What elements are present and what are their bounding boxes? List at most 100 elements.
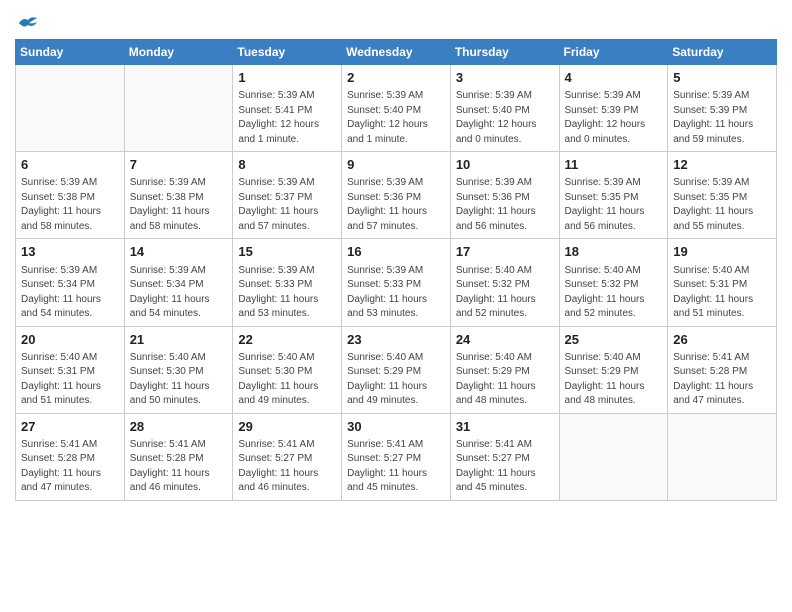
day-number: 31 <box>456 418 554 436</box>
calendar-cell: 1Sunrise: 5:39 AM Sunset: 5:41 PM Daylig… <box>233 65 342 152</box>
calendar-cell: 14 Sunrise: 5:39 AM Sunset: 5:34 PM Dayli… <box>124 239 233 326</box>
day-info: Sunrise: 5:41 AM Sunset: 5:28 PM Dayligh… <box>130 438 228 496</box>
calendar-cell: 4Sunrise: 5:39 AM Sunset: 5:39 PM Daylig… <box>559 65 668 152</box>
calendar-cell: 8Sunrise: 5:39 AM Sunset: 5:37 PM Daylig… <box>233 152 342 239</box>
day-number: 8 <box>238 156 336 174</box>
day-number: 10 <box>456 156 554 174</box>
logo-bird-icon <box>17 15 39 31</box>
day-info: Sunrise: 5:39 AM Sunset: 5:39 PM Dayligh… <box>673 89 771 147</box>
calendar-cell: 11 Sunrise: 5:39 AM Sunset: 5:35 PM Dayli… <box>559 152 668 239</box>
day-info: Sunrise: 5:40 AM Sunset: 5:29 PM Dayligh… <box>347 351 445 409</box>
day-info: Sunrise: 5:41 AM Sunset: 5:27 PM Dayligh… <box>456 438 554 496</box>
calendar-header-row: SundayMondayTuesdayWednesdayThursdayFrid… <box>16 40 777 65</box>
day-number: 17 <box>456 243 554 261</box>
day-number: 13 <box>21 243 119 261</box>
day-info: Sunrise: 5:41 AM Sunset: 5:28 PM Dayligh… <box>673 351 771 409</box>
calendar-cell: 12 Sunrise: 5:39 AM Sunset: 5:35 PM Dayli… <box>668 152 777 239</box>
day-number: 30 <box>347 418 445 436</box>
day-number: 25 <box>565 331 663 349</box>
day-info: Sunrise: 5:39 AM Sunset: 5:36 PM Dayligh… <box>456 176 554 234</box>
day-info: Sunrise: 5:41 AM Sunset: 5:28 PM Dayligh… <box>21 438 119 496</box>
day-info: Sunrise: 5:40 AM Sunset: 5:29 PM Dayligh… <box>456 351 554 409</box>
column-header-friday: Friday <box>559 40 668 65</box>
day-info: Sunrise: 5:40 AM Sunset: 5:32 PM Dayligh… <box>565 264 663 322</box>
column-header-sunday: Sunday <box>16 40 125 65</box>
day-info: Sunrise: 5:41 AM Sunset: 5:27 PM Dayligh… <box>238 438 336 496</box>
column-header-monday: Monday <box>124 40 233 65</box>
calendar-table: SundayMondayTuesdayWednesdayThursdayFrid… <box>15 39 777 501</box>
day-info: Sunrise: 5:39 AM Sunset: 5:41 PM Dayligh… <box>238 89 336 147</box>
day-info: Sunrise: 5:39 AM Sunset: 5:38 PM Dayligh… <box>130 176 228 234</box>
logo <box>15 15 39 31</box>
day-number: 21 <box>130 331 228 349</box>
calendar-cell: 16 Sunrise: 5:39 AM Sunset: 5:33 PM Dayli… <box>342 239 451 326</box>
day-number: 2 <box>347 69 445 87</box>
calendar-cell: 31 Sunrise: 5:41 AM Sunset: 5:27 PM Dayli… <box>450 413 559 500</box>
day-info: Sunrise: 5:39 AM Sunset: 5:35 PM Dayligh… <box>565 176 663 234</box>
day-info: Sunrise: 5:40 AM Sunset: 5:29 PM Dayligh… <box>565 351 663 409</box>
calendar-cell: 18 Sunrise: 5:40 AM Sunset: 5:32 PM Dayli… <box>559 239 668 326</box>
calendar-cell: 20Sunrise: 5:40 AM Sunset: 5:31 PM Dayli… <box>16 326 125 413</box>
day-number: 15 <box>238 243 336 261</box>
day-number: 3 <box>456 69 554 87</box>
column-header-saturday: Saturday <box>668 40 777 65</box>
calendar-cell: 10 Sunrise: 5:39 AM Sunset: 5:36 PM Dayli… <box>450 152 559 239</box>
day-info: Sunrise: 5:39 AM Sunset: 5:40 PM Dayligh… <box>347 89 445 147</box>
calendar-cell: 23 Sunrise: 5:40 AM Sunset: 5:29 PM Dayli… <box>342 326 451 413</box>
day-number: 6 <box>21 156 119 174</box>
calendar-cell <box>559 413 668 500</box>
day-number: 7 <box>130 156 228 174</box>
day-info: Sunrise: 5:40 AM Sunset: 5:30 PM Dayligh… <box>238 351 336 409</box>
day-number: 14 <box>130 243 228 261</box>
day-info: Sunrise: 5:39 AM Sunset: 5:34 PM Dayligh… <box>130 264 228 322</box>
day-info: Sunrise: 5:39 AM Sunset: 5:34 PM Dayligh… <box>21 264 119 322</box>
calendar-cell: 15 Sunrise: 5:39 AM Sunset: 5:33 PM Dayli… <box>233 239 342 326</box>
day-number: 29 <box>238 418 336 436</box>
day-number: 12 <box>673 156 771 174</box>
day-number: 22 <box>238 331 336 349</box>
calendar-week-row: 13 Sunrise: 5:39 AM Sunset: 5:34 PM Dayli… <box>16 239 777 326</box>
calendar-cell: 24 Sunrise: 5:40 AM Sunset: 5:29 PM Dayli… <box>450 326 559 413</box>
day-number: 24 <box>456 331 554 349</box>
column-header-wednesday: Wednesday <box>342 40 451 65</box>
column-header-tuesday: Tuesday <box>233 40 342 65</box>
day-info: Sunrise: 5:39 AM Sunset: 5:33 PM Dayligh… <box>347 264 445 322</box>
day-info: Sunrise: 5:40 AM Sunset: 5:30 PM Dayligh… <box>130 351 228 409</box>
calendar-week-row: 1Sunrise: 5:39 AM Sunset: 5:41 PM Daylig… <box>16 65 777 152</box>
calendar-cell: 3Sunrise: 5:39 AM Sunset: 5:40 PM Daylig… <box>450 65 559 152</box>
calendar-cell: 28 Sunrise: 5:41 AM Sunset: 5:28 PM Dayli… <box>124 413 233 500</box>
day-number: 28 <box>130 418 228 436</box>
calendar-cell: 6 Sunrise: 5:39 AM Sunset: 5:38 PM Daylig… <box>16 152 125 239</box>
day-number: 18 <box>565 243 663 261</box>
calendar-cell: 27Sunrise: 5:41 AM Sunset: 5:28 PM Dayli… <box>16 413 125 500</box>
calendar-cell <box>16 65 125 152</box>
calendar-cell: 19Sunrise: 5:40 AM Sunset: 5:31 PM Dayli… <box>668 239 777 326</box>
calendar-week-row: 27Sunrise: 5:41 AM Sunset: 5:28 PM Dayli… <box>16 413 777 500</box>
day-number: 5 <box>673 69 771 87</box>
day-info: Sunrise: 5:39 AM Sunset: 5:35 PM Dayligh… <box>673 176 771 234</box>
day-info: Sunrise: 5:39 AM Sunset: 5:38 PM Dayligh… <box>21 176 119 234</box>
day-info: Sunrise: 5:41 AM Sunset: 5:27 PM Dayligh… <box>347 438 445 496</box>
calendar-cell: 30 Sunrise: 5:41 AM Sunset: 5:27 PM Dayli… <box>342 413 451 500</box>
day-number: 16 <box>347 243 445 261</box>
calendar-cell: 7 Sunrise: 5:39 AM Sunset: 5:38 PM Daylig… <box>124 152 233 239</box>
calendar-cell <box>124 65 233 152</box>
day-info: Sunrise: 5:40 AM Sunset: 5:31 PM Dayligh… <box>673 264 771 322</box>
day-info: Sunrise: 5:40 AM Sunset: 5:31 PM Dayligh… <box>21 351 119 409</box>
day-number: 9 <box>347 156 445 174</box>
day-number: 11 <box>565 156 663 174</box>
calendar-week-row: 6 Sunrise: 5:39 AM Sunset: 5:38 PM Daylig… <box>16 152 777 239</box>
calendar-cell: 17Sunrise: 5:40 AM Sunset: 5:32 PM Dayli… <box>450 239 559 326</box>
day-number: 23 <box>347 331 445 349</box>
calendar-cell: 29 Sunrise: 5:41 AM Sunset: 5:27 PM Dayli… <box>233 413 342 500</box>
calendar-cell: 25 Sunrise: 5:40 AM Sunset: 5:29 PM Dayli… <box>559 326 668 413</box>
calendar-cell: 26 Sunrise: 5:41 AM Sunset: 5:28 PM Dayli… <box>668 326 777 413</box>
day-info: Sunrise: 5:39 AM Sunset: 5:36 PM Dayligh… <box>347 176 445 234</box>
title-section <box>39 15 777 17</box>
page-header <box>15 15 777 31</box>
day-number: 26 <box>673 331 771 349</box>
calendar-cell: 13 Sunrise: 5:39 AM Sunset: 5:34 PM Dayli… <box>16 239 125 326</box>
calendar-cell: 2 Sunrise: 5:39 AM Sunset: 5:40 PM Daylig… <box>342 65 451 152</box>
calendar-cell: 5 Sunrise: 5:39 AM Sunset: 5:39 PM Daylig… <box>668 65 777 152</box>
day-info: Sunrise: 5:39 AM Sunset: 5:33 PM Dayligh… <box>238 264 336 322</box>
